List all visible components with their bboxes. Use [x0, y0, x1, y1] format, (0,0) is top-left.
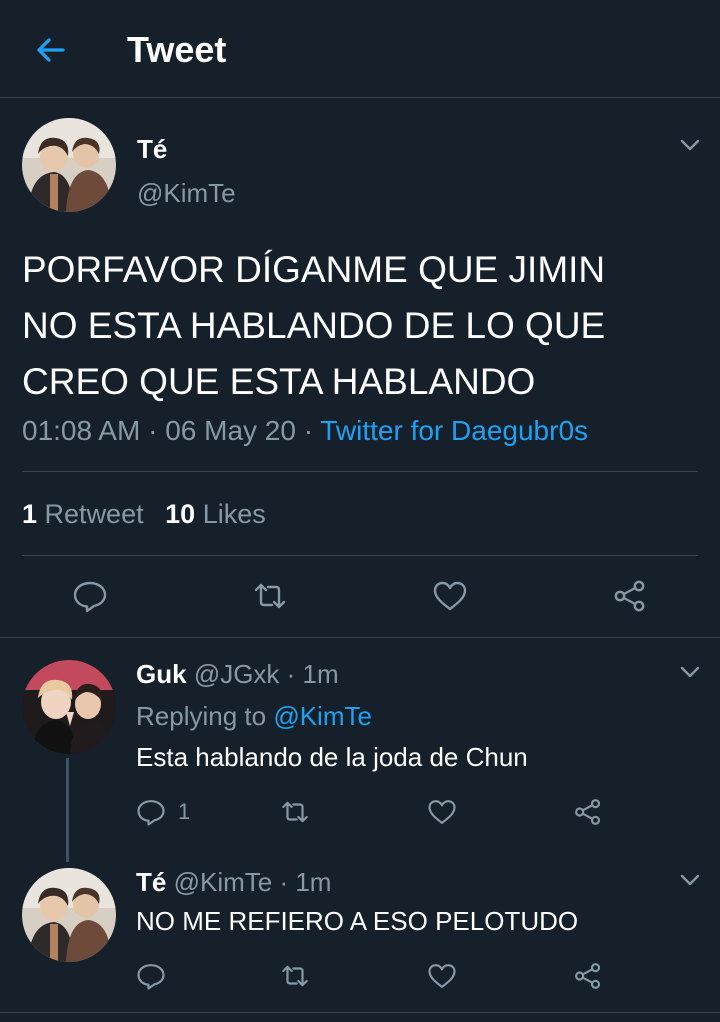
divider — [22, 555, 698, 556]
reply-count: 1 — [178, 799, 191, 824]
avatar[interactable] — [22, 868, 116, 962]
tweet-time: 01:08 AM — [22, 415, 141, 446]
speech-bubble-icon[interactable] — [136, 797, 166, 827]
heart-icon[interactable] — [427, 797, 457, 827]
retweet-icon[interactable] — [280, 797, 310, 827]
avatar[interactable] — [22, 118, 116, 212]
reply-text: NO ME REFIERO A ESO PELOTUDO — [136, 906, 579, 936]
reply-author-name[interactable]: Guk — [136, 659, 187, 689]
replying-to-handle[interactable]: @KimTe — [273, 701, 372, 731]
retweets-label: Retweet — [44, 499, 144, 529]
page-title: Tweet — [127, 29, 227, 70]
likes-label: Likes — [202, 499, 266, 529]
retweet-icon[interactable] — [280, 961, 310, 991]
tweet-source-link[interactable]: Twitter for Daegubr0s — [320, 415, 588, 446]
arrow-left-icon[interactable] — [30, 30, 70, 70]
author-handle[interactable]: @KimTe — [137, 178, 236, 208]
author-display-name[interactable]: Té — [137, 134, 167, 164]
avatar[interactable] — [22, 660, 116, 754]
heart-icon[interactable] — [432, 578, 468, 614]
reply-header: Té @KimTe · 1m — [136, 866, 331, 898]
divider — [22, 471, 698, 472]
separator: · — [303, 415, 314, 446]
likes-count: 10 — [165, 499, 196, 529]
tweet-text-line: CREO QUE ESTA HABLANDO — [22, 361, 536, 402]
tweet-text: PORFAVOR DÍGANME QUE JIMIN NO ESTA HABLA… — [22, 242, 605, 410]
chevron-down-icon[interactable] — [678, 660, 702, 684]
tweet-date: 06 May 20 — [165, 415, 296, 446]
retweet-icon[interactable] — [252, 578, 288, 614]
retweets-count: 1 — [22, 499, 38, 529]
speech-bubble-icon[interactable] — [136, 961, 166, 991]
chevron-down-icon[interactable] — [678, 868, 702, 892]
reply-header: Guk @JGxk · 1m — [136, 658, 339, 690]
reply-author-handle[interactable]: @JGxk — [194, 659, 280, 689]
share-icon[interactable] — [612, 578, 648, 614]
engagement-stats: 1 Retweet 10 Likes — [22, 498, 266, 530]
share-icon[interactable] — [573, 797, 603, 827]
retweets-stat[interactable]: 1 Retweet — [22, 499, 151, 529]
reply-author-handle[interactable]: @KimTe — [174, 867, 273, 897]
section-divider — [0, 1012, 720, 1013]
tweet-metadata: 01:08 AM · 06 May 20 · Twitter for Daegu… — [22, 414, 588, 448]
reply-author-name[interactable]: Té — [136, 867, 166, 897]
reply-timestamp: · 1m — [279, 867, 332, 897]
section-divider — [0, 637, 720, 638]
replying-to-label: Replying to — [136, 701, 267, 731]
tweet-text-line: PORFAVOR DÍGANME QUE JIMIN — [22, 249, 606, 290]
thread-line — [66, 758, 69, 862]
replying-to: Replying to @KimTe — [136, 700, 372, 732]
likes-stat[interactable]: 10 Likes — [165, 499, 266, 529]
tweet-text-line: NO ESTA HABLANDO DE LO QUE — [22, 305, 606, 346]
share-icon[interactable] — [573, 961, 603, 991]
heart-icon[interactable] — [427, 961, 457, 991]
separator: · — [148, 415, 158, 446]
speech-bubble-icon[interactable] — [72, 578, 108, 614]
reply-timestamp: · 1m — [286, 659, 339, 689]
top-app-bar: Tweet — [0, 0, 720, 98]
reply-text: Esta hablando de la joda de Chun — [136, 742, 528, 772]
chevron-down-icon[interactable] — [678, 133, 702, 157]
